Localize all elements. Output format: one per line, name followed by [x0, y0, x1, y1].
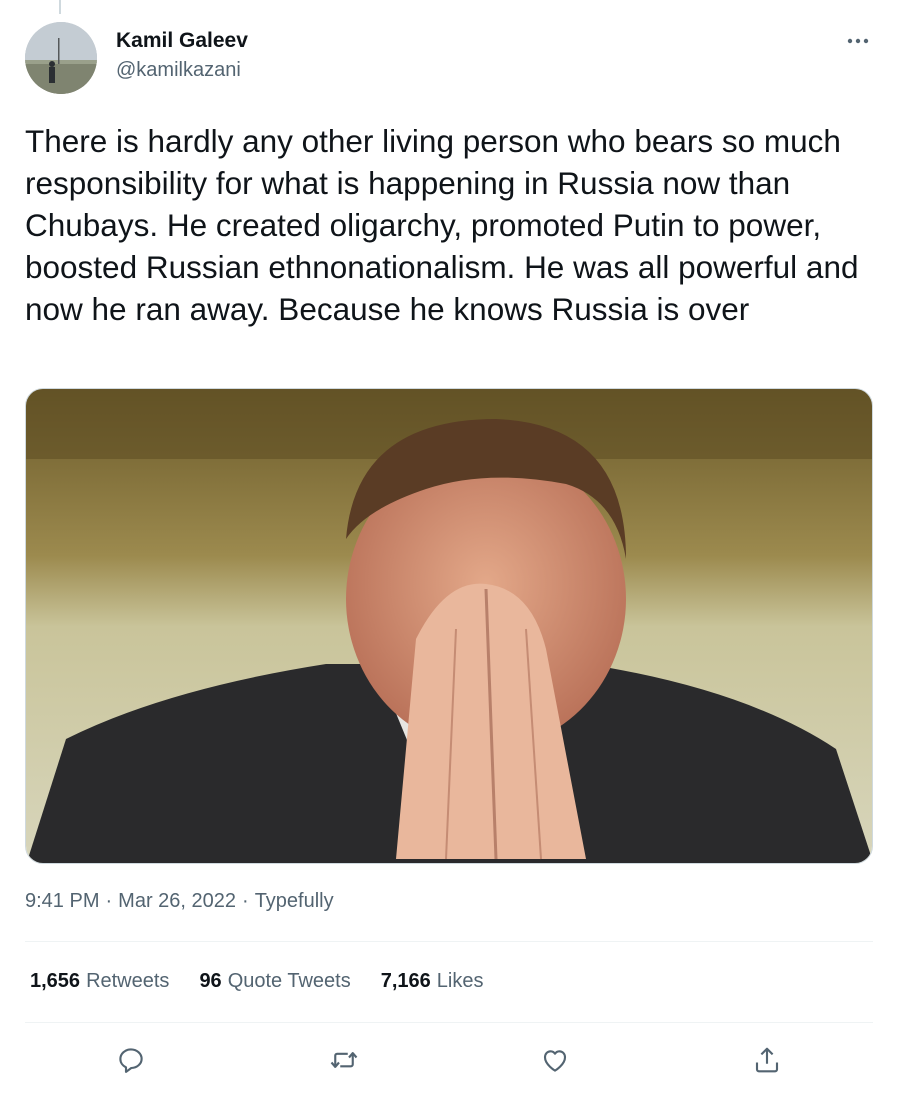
quote-tweets-count: 96: [199, 970, 222, 992]
more-options-button[interactable]: [840, 27, 876, 55]
meta-separator: ·: [242, 890, 249, 912]
tweet-photo[interactable]: [25, 388, 873, 864]
divider: [25, 941, 873, 942]
retweets-stat[interactable]: 1,656 Retweets: [30, 970, 169, 993]
share-icon: [755, 1047, 779, 1073]
share-button[interactable]: [747, 1040, 787, 1080]
reply-icon: [119, 1048, 143, 1073]
thread-connector: [59, 0, 61, 14]
avatar-image: [25, 22, 97, 94]
divider: [25, 1022, 873, 1023]
quote-tweets-label: Quote Tweets: [227, 970, 351, 992]
like-button[interactable]: [535, 1040, 575, 1080]
meta-separator: ·: [105, 890, 113, 912]
heart-icon: [543, 1050, 567, 1072]
tweet-date[interactable]: Mar 26, 2022: [118, 890, 236, 913]
retweets-label: Retweets: [86, 970, 170, 992]
more-dots-icon: [847, 38, 869, 44]
tweet-text: There is hardly any other living person …: [25, 123, 868, 327]
likes-label: Likes: [436, 970, 484, 992]
quote-tweets-stat[interactable]: 96 Quote Tweets: [199, 970, 350, 993]
likes-stat[interactable]: 7,166 Likes: [381, 970, 484, 993]
likes-count: 7,166: [380, 970, 431, 992]
retweets-count: 1,656: [30, 970, 81, 992]
photo-image: [26, 389, 872, 863]
tweet-stats: 1,656 Retweets 96 Quote Tweets 7,166 Lik…: [30, 970, 514, 993]
tweet-actions: [0, 1040, 899, 1080]
avatar[interactable]: [25, 22, 97, 94]
tweet-meta: 9:41 PM · Mar 26, 2022 · Typefully: [25, 890, 334, 913]
retweet-icon: [330, 1052, 358, 1068]
tweet-source[interactable]: Typefully: [255, 890, 334, 913]
reply-button[interactable]: [111, 1040, 151, 1080]
tweet-time[interactable]: 9:41 PM: [25, 890, 99, 913]
retweet-button[interactable]: [324, 1040, 364, 1080]
author-handle[interactable]: @kamilkazani: [116, 59, 241, 82]
author-name[interactable]: Kamil Galeev: [116, 29, 248, 53]
